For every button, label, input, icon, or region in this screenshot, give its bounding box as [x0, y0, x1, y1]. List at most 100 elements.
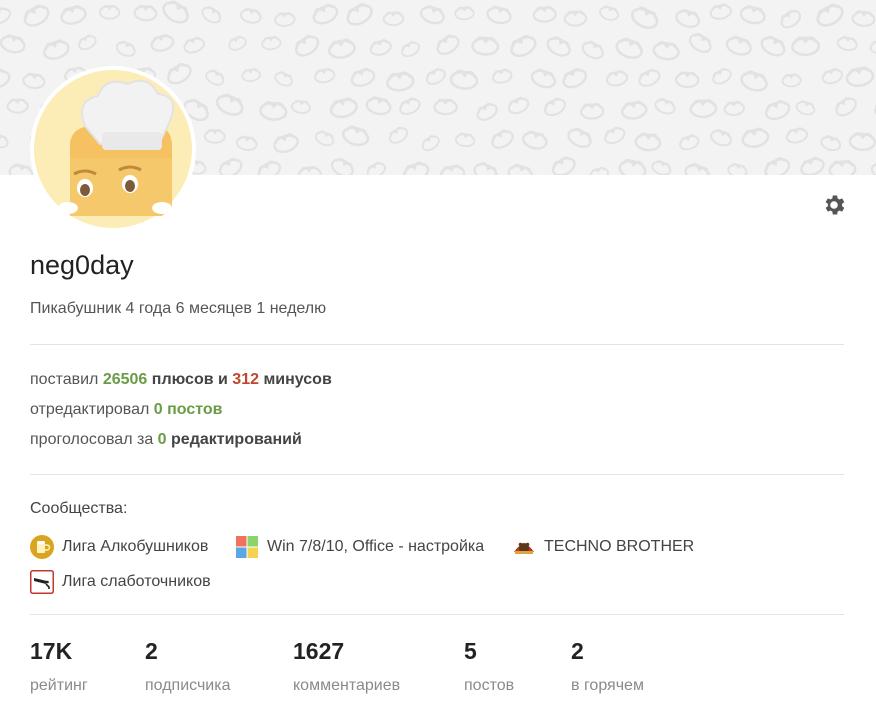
dumpling-pattern-mark	[726, 162, 749, 175]
dumpling-pattern-mark	[58, 3, 89, 28]
dumpling-pattern-mark	[158, 0, 193, 28]
community-link[interactable]: Win 7/8/10, Office - настройка	[235, 535, 484, 559]
dumpling-pattern-mark	[398, 38, 423, 60]
dumpling-pattern-mark	[559, 65, 590, 92]
stat-label: постов	[464, 677, 515, 694]
dumpling-pattern-mark	[226, 33, 249, 54]
dumpling-pattern-mark	[473, 100, 501, 124]
dumpling-pattern-mark	[254, 157, 285, 175]
dumpling-pattern-mark	[613, 35, 646, 63]
stat-subscribers[interactable]: 2 подписчика	[145, 638, 231, 695]
activity-text: поставил	[30, 371, 103, 388]
dumpling-pattern-mark	[339, 123, 372, 149]
dumpling-pattern-mark	[722, 100, 746, 117]
stat-hot[interactable]: 2 в горячем	[571, 638, 644, 695]
dumpling-pattern-mark	[757, 32, 789, 60]
dumpling-pattern-mark	[579, 102, 605, 121]
dumpling-pattern-mark	[203, 128, 226, 144]
divider	[30, 344, 844, 345]
dumpling-pattern-mark	[738, 68, 771, 95]
dumpling-pattern-mark	[633, 131, 663, 153]
cctv-camera-icon	[30, 570, 54, 594]
dumpling-pattern-mark	[818, 133, 843, 154]
community-link[interactable]: Лига слаботочников	[30, 570, 211, 594]
dumpling-pattern-mark	[505, 94, 532, 118]
bear-logo-icon	[514, 542, 534, 554]
dumpling-pattern-mark	[367, 37, 394, 59]
stat-label: подписчика	[145, 677, 231, 694]
dumpling-pattern-mark	[273, 11, 297, 28]
dumpling-pattern-mark	[797, 154, 828, 175]
community-label: Win 7/8/10, Office - настройка	[267, 538, 485, 555]
divider	[30, 474, 844, 475]
activity-text: минусов	[259, 371, 332, 388]
dumpling-pattern-mark	[708, 2, 734, 22]
username: neg0day	[30, 250, 134, 280]
dumpling-pattern-mark	[417, 3, 447, 28]
dumpling-pattern-mark	[272, 69, 296, 90]
dumpling-pattern-mark	[40, 37, 72, 63]
dumpling-pattern-mark	[681, 160, 714, 175]
dumpling-pattern-mark	[541, 95, 569, 120]
windows-logo-icon	[236, 536, 258, 558]
dumpling-pattern-mark	[423, 65, 449, 88]
stat-value: 2	[145, 638, 158, 664]
avatar[interactable]	[30, 66, 196, 232]
dumpling-pattern-mark	[505, 162, 536, 175]
dumpling-pattern-mark	[543, 33, 574, 61]
dumpling-pattern-mark	[271, 131, 302, 156]
stat-posts[interactable]: 5 постов	[464, 638, 514, 695]
dumpling-pattern-mark	[484, 4, 514, 27]
community-link[interactable]: TECHNO BROTHER	[512, 535, 694, 559]
dumpling-pattern-mark	[0, 4, 14, 28]
dumpling-pattern-mark	[548, 153, 579, 175]
dumpling-pattern-mark	[707, 127, 735, 150]
dumpling-pattern-mark	[579, 38, 607, 63]
settings-button[interactable]	[821, 192, 847, 218]
dumpling-pattern-mark	[260, 35, 283, 52]
dumpling-pattern-mark	[198, 3, 224, 27]
dumpling-pattern-mark	[563, 9, 588, 28]
divider	[30, 614, 844, 615]
dumpling-pattern-mark	[326, 37, 358, 61]
dumpling-pattern-mark	[382, 11, 405, 27]
dumpling-pattern-mark	[438, 163, 467, 175]
dumpling-pattern-mark	[342, 0, 377, 30]
dumpling-pattern-mark	[113, 38, 138, 60]
dumpling-pattern-mark	[784, 125, 810, 146]
dumpling-pattern-mark	[651, 39, 681, 63]
dumpling-pattern-mark	[685, 29, 715, 57]
dumpling-pattern-mark	[470, 35, 500, 57]
dumpling-pattern-mark	[619, 99, 649, 122]
community-link[interactable]: Лига Алкобушников	[30, 535, 208, 559]
dumpling-pattern-mark	[364, 159, 389, 175]
dumpling-pattern-mark	[794, 98, 817, 118]
dumpling-pattern-mark	[181, 34, 207, 56]
dumpling-pattern-mark	[588, 165, 611, 175]
dumpling-pattern-mark	[781, 72, 803, 88]
dumpling-pattern-mark	[812, 0, 848, 31]
dumpling-pattern-mark	[820, 66, 845, 87]
activity-votes: поставил 26506 плюсов и 312 минусов	[30, 371, 332, 389]
dumpling-pattern-mark	[488, 126, 517, 153]
dumpling-pattern-mark	[133, 4, 159, 23]
dumpling-pattern-mark	[635, 66, 663, 90]
dumpling-pattern-mark	[652, 96, 678, 117]
dumpling-pattern-mark	[848, 131, 876, 152]
dumpling-pattern-mark	[532, 5, 558, 24]
gear-icon	[825, 195, 845, 215]
dumpling-pattern-mark	[386, 123, 411, 147]
dumpling-pattern-mark	[674, 71, 700, 89]
dumpling-pattern-mark	[364, 94, 394, 118]
dumpling-pattern-mark	[604, 68, 630, 89]
dumpling-pattern-mark	[296, 164, 323, 175]
dumpling-pattern-mark	[597, 3, 621, 23]
dumpling-pattern-mark	[400, 159, 432, 175]
dumpling-pattern-mark	[673, 6, 703, 31]
dumpling-pattern-mark	[215, 154, 246, 175]
dumpling-pattern-mark	[309, 1, 341, 28]
dumpling-pattern-mark	[98, 4, 121, 20]
activity-text: отредактировал	[30, 401, 154, 418]
stat-comments[interactable]: 1627 комментариев	[293, 638, 400, 695]
dumpling-pattern-mark	[396, 95, 423, 119]
